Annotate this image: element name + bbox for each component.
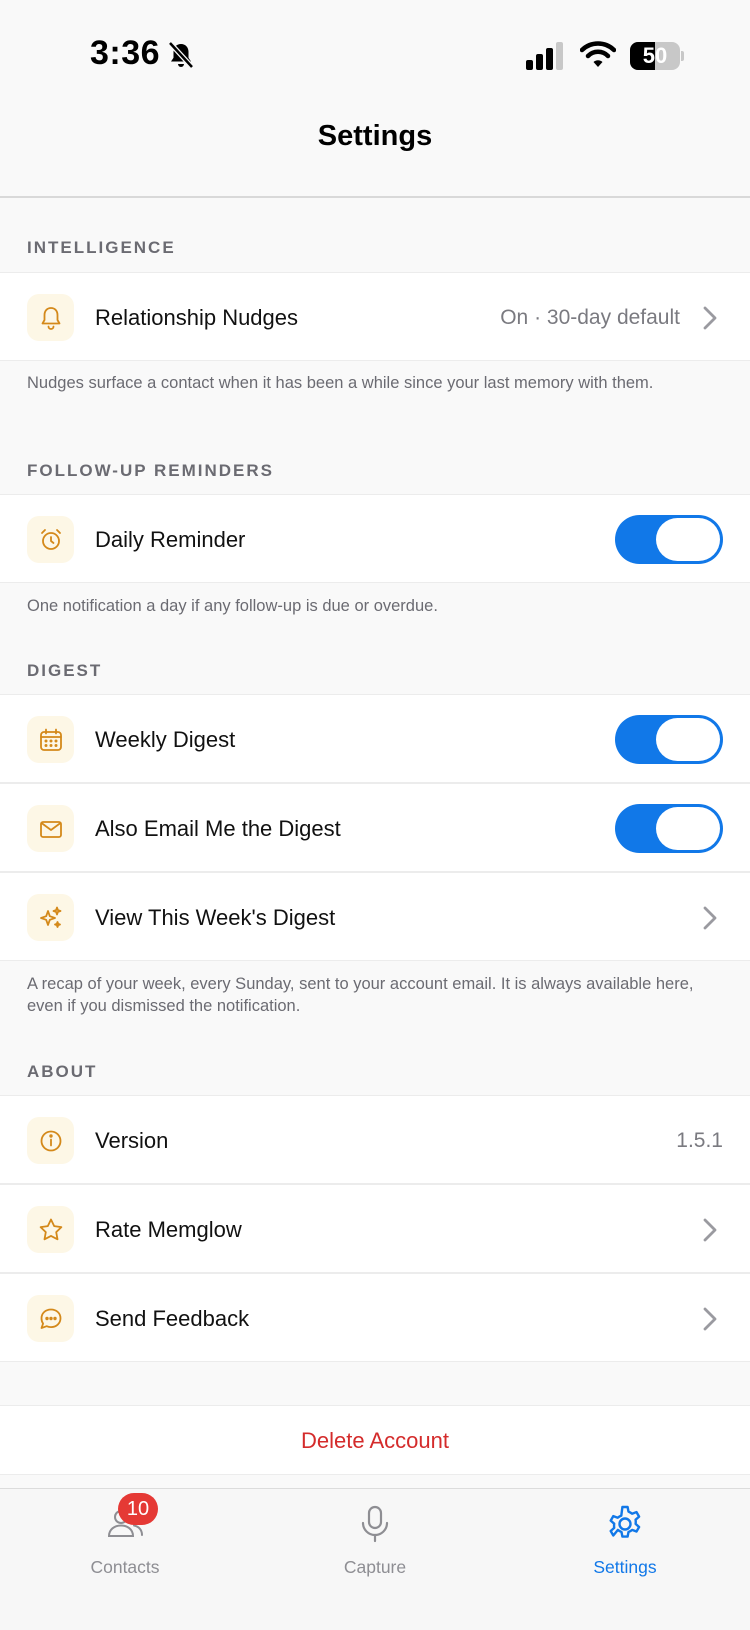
view-weekly-digest-row[interactable]: View This Week's Digest [0, 872, 750, 961]
daily-reminder-label: Daily Reminder [95, 527, 246, 552]
microphone-icon [361, 1505, 389, 1543]
digest-footnote: A recap of your week, every Sunday, sent… [27, 975, 694, 1015]
chevron-right-icon [703, 1218, 717, 1242]
section-header-digest: DIGEST [27, 661, 103, 680]
email-digest-label: Also Email Me the Digest [95, 816, 341, 841]
followup-footnote: One notification a day if any follow-up … [27, 597, 438, 615]
rate-app-row[interactable]: Rate Memglow [0, 1184, 750, 1273]
send-feedback-row[interactable]: Send Feedback [0, 1273, 750, 1362]
gear-icon [609, 1505, 641, 1538]
tab-capture-label: Capture [343, 1557, 407, 1577]
nudges-footnote: Nudges surface a contact when it has bee… [27, 374, 654, 392]
relationship-nudges-value: On · 30-day default [500, 306, 680, 329]
email-digest-row: Also Email Me the Digest [0, 783, 750, 872]
battery-level-label: 50 [642, 43, 668, 68]
tab-contacts[interactable]: 10 Contacts [0, 1489, 250, 1589]
delete-account-button[interactable]: Delete Account [0, 1405, 750, 1475]
weekly-digest-toggle[interactable] [615, 715, 723, 764]
version-value: 1.5.1 [676, 1129, 723, 1152]
chevron-right-icon [703, 1307, 717, 1331]
battery-indicator: 50 [630, 42, 684, 70]
alarm-clock-icon [27, 516, 74, 563]
section-header-followup: FOLLOW-UP REMINDERS [27, 461, 275, 480]
email-digest-toggle[interactable] [615, 804, 723, 853]
contacts-badge: 10 [118, 1493, 158, 1525]
tab-settings[interactable]: Settings [500, 1489, 750, 1589]
bell-icon [27, 294, 74, 341]
star-icon [27, 1206, 74, 1253]
weekly-digest-row: Weekly Digest [0, 694, 750, 783]
page-title: Settings [317, 120, 433, 152]
status-time: 3:36 [90, 34, 161, 72]
tab-capture[interactable]: Capture [250, 1489, 500, 1589]
cellular-signal-icon [526, 42, 563, 70]
chat-bubble-icon [27, 1295, 74, 1342]
version-row: Version 1.5.1 [0, 1095, 750, 1184]
tab-settings-label: Settings [593, 1557, 657, 1577]
rate-app-label: Rate Memglow [95, 1217, 242, 1242]
chevron-right-icon [703, 306, 717, 330]
section-header-intelligence: INTELLIGENCE [27, 238, 176, 257]
tab-contacts-label: Contacts [90, 1557, 160, 1577]
tab-bar: 10 Contacts Capture Settings [0, 1488, 750, 1630]
wifi-icon [580, 41, 616, 67]
bell-slash-icon [168, 41, 194, 69]
envelope-icon [27, 805, 74, 852]
view-weekly-digest-label: View This Week's Digest [95, 905, 336, 930]
daily-reminder-toggle[interactable] [615, 515, 723, 564]
relationship-nudges-label: Relationship Nudges [95, 305, 299, 330]
relationship-nudges-row[interactable]: Relationship Nudges On · 30-day default [0, 272, 750, 361]
info-icon [27, 1117, 74, 1164]
version-label: Version [95, 1128, 169, 1153]
nav-divider [0, 196, 750, 198]
section-header-about: ABOUT [27, 1062, 98, 1081]
chevron-right-icon [703, 906, 717, 930]
send-feedback-label: Send Feedback [95, 1306, 250, 1331]
weekly-digest-label: Weekly Digest [95, 727, 236, 752]
calendar-icon [27, 716, 74, 763]
status-bar: 3:36 50 [0, 0, 750, 100]
sparkles-icon [27, 894, 74, 941]
daily-reminder-row: Daily Reminder [0, 494, 750, 583]
